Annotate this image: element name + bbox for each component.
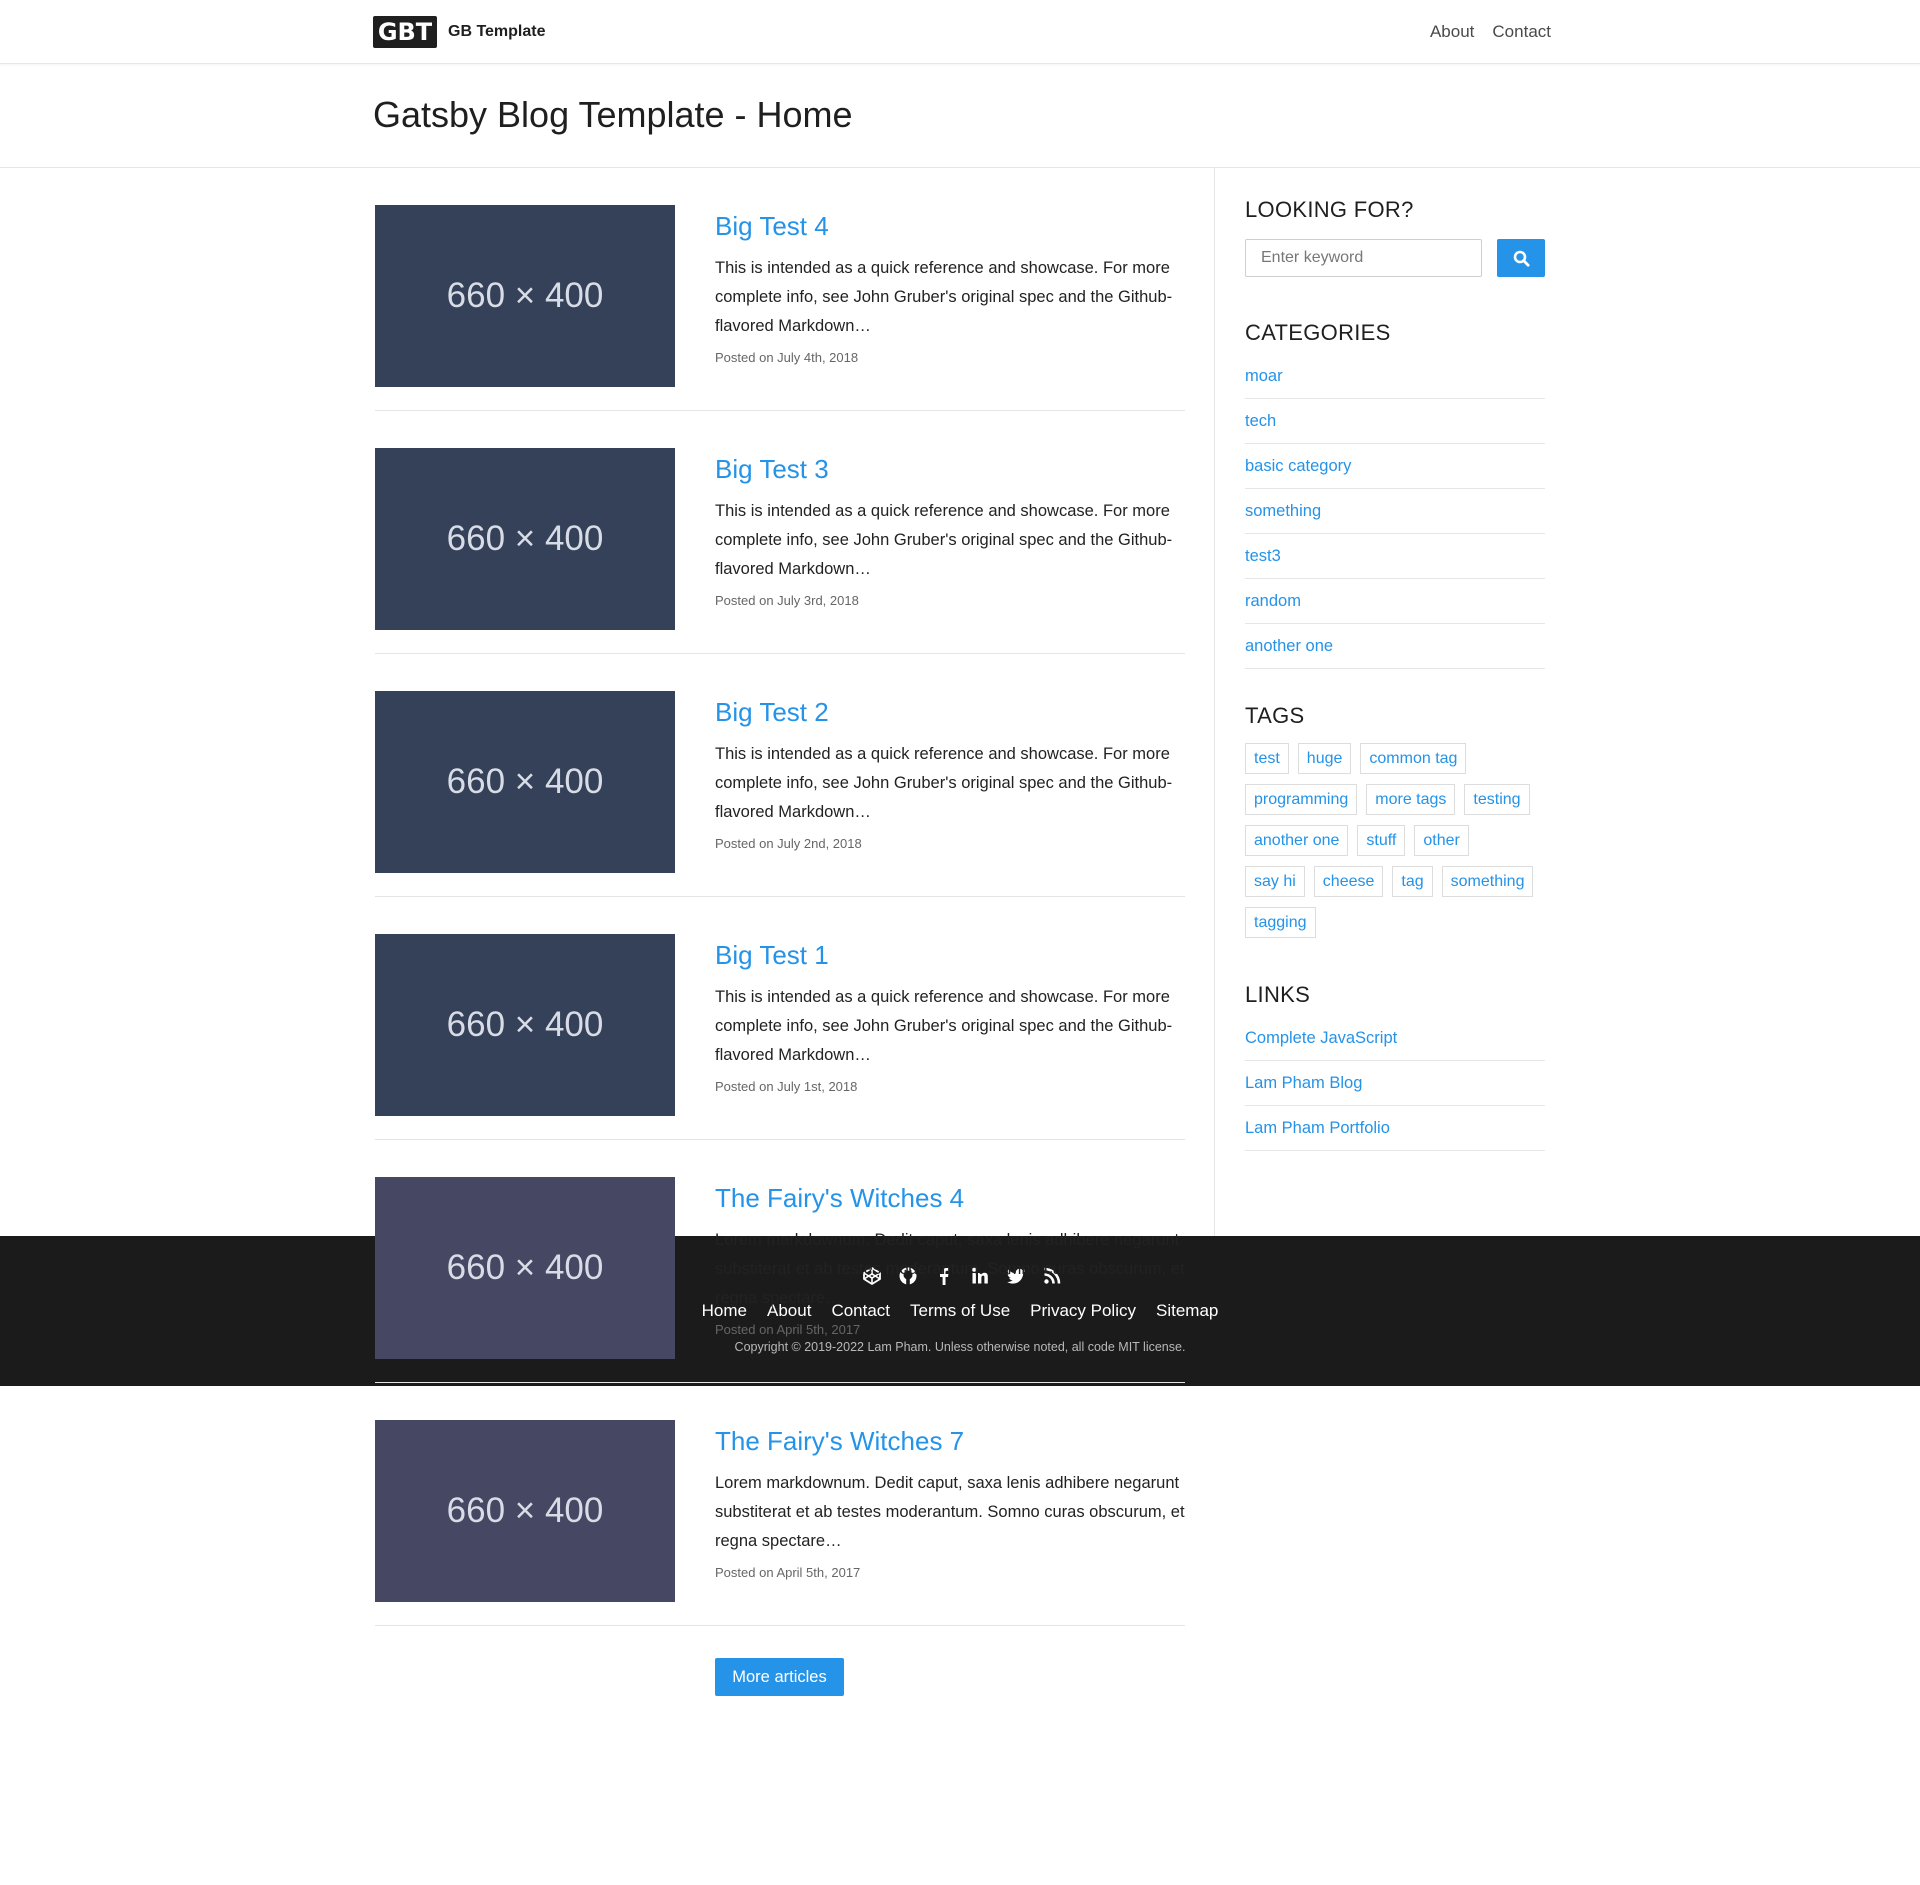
category-link[interactable]: something xyxy=(1245,489,1545,534)
post-thumbnail[interactable]: 660 × 400 xyxy=(375,448,675,630)
thumbnail-label: 660 × 400 xyxy=(446,519,604,558)
external-link[interactable]: Complete JavaScript xyxy=(1245,1016,1545,1061)
category-link[interactable]: basic category xyxy=(1245,444,1545,489)
page-header: Gatsby Blog Template - Home xyxy=(0,64,1920,168)
post-title-link[interactable]: Big Test 2 xyxy=(715,697,1185,728)
category-link[interactable]: random xyxy=(1245,579,1545,624)
tags-heading: TAGS xyxy=(1245,703,1305,728)
post-title-link[interactable]: Big Test 3 xyxy=(715,454,1185,485)
post-thumbnail[interactable]: 660 × 400 xyxy=(375,934,675,1116)
tags-widget: TAGS test huge common tag programming mo… xyxy=(1245,703,1545,948)
post-title-link[interactable]: Big Test 4 xyxy=(715,211,1185,242)
post-date: Posted on April 5th, 2017 xyxy=(715,1322,861,1337)
tag-link[interactable]: another one xyxy=(1245,825,1349,856)
sidebar: LOOKING FOR? CATEGORIES moar tech basic … xyxy=(1245,168,1545,1151)
tag-link[interactable]: other xyxy=(1414,825,1469,856)
nav-links: About Contact xyxy=(1430,22,1551,42)
category-link[interactable]: tech xyxy=(1245,399,1545,444)
post-thumbnail[interactable]: 660 × 400 xyxy=(375,205,675,387)
external-link[interactable]: Lam Pham Portfolio xyxy=(1245,1106,1545,1151)
categories-heading: CATEGORIES xyxy=(1245,320,1391,345)
page-title: Gatsby Blog Template - Home xyxy=(373,94,853,135)
post-excerpt: This is intended as a quick reference an… xyxy=(715,502,1173,578)
tag-link[interactable]: programming xyxy=(1245,784,1358,815)
post-date: Posted on July 1st, 2018 xyxy=(715,1079,858,1094)
post-item: 660 × 400 Big Test 1 This is intended as… xyxy=(375,897,1185,1140)
search-widget: LOOKING FOR? xyxy=(1245,168,1545,277)
post-thumbnail[interactable]: 660 × 400 xyxy=(375,1420,675,1602)
tag-link[interactable]: say hi xyxy=(1245,866,1305,897)
logo: GBT xyxy=(373,16,437,48)
post-excerpt: Lorem markdownum. Dedit caput, saxa leni… xyxy=(715,1231,1185,1307)
external-link[interactable]: Lam Pham Blog xyxy=(1245,1061,1545,1106)
post-item: 660 × 400 The Fairy's Witches 7 Lorem ma… xyxy=(375,1383,1185,1626)
nav-link-about[interactable]: About xyxy=(1430,22,1474,42)
category-link[interactable]: another one xyxy=(1245,624,1545,669)
search-button[interactable] xyxy=(1497,239,1545,277)
post-thumbnail[interactable]: 660 × 400 xyxy=(375,1177,675,1359)
post-excerpt: This is intended as a quick reference an… xyxy=(715,259,1173,335)
post-list: 660 × 400 Big Test 4 This is intended as… xyxy=(375,168,1185,1626)
category-link[interactable]: moar xyxy=(1245,354,1545,399)
more-articles-button[interactable]: More articles xyxy=(715,1658,844,1696)
post-title-link[interactable]: Big Test 1 xyxy=(715,940,1185,971)
post-thumbnail[interactable]: 660 × 400 xyxy=(375,691,675,873)
sidebar-divider xyxy=(1214,168,1215,1236)
post-item: 660 × 400 Big Test 3 This is intended as… xyxy=(375,411,1185,654)
search-heading: LOOKING FOR? xyxy=(1245,197,1414,222)
post-item: 660 × 400 Big Test 2 This is intended as… xyxy=(375,654,1185,897)
tag-link[interactable]: testing xyxy=(1464,784,1530,815)
post-title-link[interactable]: The Fairy's Witches 4 xyxy=(715,1183,1185,1214)
thumbnail-label: 660 × 400 xyxy=(446,1005,604,1044)
tag-link[interactable]: tag xyxy=(1392,866,1433,897)
post-date: Posted on July 4th, 2018 xyxy=(715,350,859,365)
tag-link[interactable]: something xyxy=(1441,866,1534,897)
categories-widget: CATEGORIES moar tech basic category some… xyxy=(1245,320,1545,669)
brand-name: GB Template xyxy=(448,23,546,40)
tag-link[interactable]: tagging xyxy=(1245,907,1316,938)
more-articles-wrap: More articles xyxy=(715,1658,844,1696)
main-area: 660 × 400 Big Test 4 This is intended as… xyxy=(0,168,1920,1696)
tag-link[interactable]: more tags xyxy=(1366,784,1456,815)
post-excerpt: Lorem markdownum. Dedit caput, saxa leni… xyxy=(715,1474,1185,1550)
post-item: 660 × 400 Big Test 4 This is intended as… xyxy=(375,168,1185,411)
post-excerpt: This is intended as a quick reference an… xyxy=(715,988,1173,1064)
thumbnail-label: 660 × 400 xyxy=(446,1491,604,1530)
top-navbar: GBT GB Template About Contact xyxy=(0,0,1920,64)
tag-link[interactable]: cheese xyxy=(1313,866,1384,897)
post-date: Posted on July 3rd, 2018 xyxy=(715,593,859,608)
post-item: 660 × 400 The Fairy's Witches 4 Lorem ma… xyxy=(375,1140,1185,1383)
tag-link[interactable]: test xyxy=(1245,743,1289,774)
links-widget: LINKS Complete JavaScript Lam Pham Blog … xyxy=(1245,982,1545,1151)
links-heading: LINKS xyxy=(1245,982,1311,1007)
post-date: Posted on April 5th, 2017 xyxy=(715,1565,861,1580)
post-title-link[interactable]: The Fairy's Witches 7 xyxy=(715,1426,1185,1457)
post-excerpt: This is intended as a quick reference an… xyxy=(715,745,1173,821)
search-icon xyxy=(1513,250,1530,267)
search-input[interactable] xyxy=(1245,239,1483,277)
thumbnail-label: 660 × 400 xyxy=(446,276,604,315)
thumbnail-label: 660 × 400 xyxy=(446,1248,604,1287)
tag-link[interactable]: huge xyxy=(1297,743,1352,774)
post-date: Posted on July 2nd, 2018 xyxy=(715,836,862,851)
nav-link-contact[interactable]: Contact xyxy=(1492,22,1551,42)
thumbnail-label: 660 × 400 xyxy=(446,762,604,801)
category-link[interactable]: test3 xyxy=(1245,534,1545,579)
tag-link[interactable]: common tag xyxy=(1360,743,1467,774)
brand-link[interactable]: GBT GB Template xyxy=(373,16,546,48)
tag-link[interactable]: stuff xyxy=(1357,825,1406,856)
